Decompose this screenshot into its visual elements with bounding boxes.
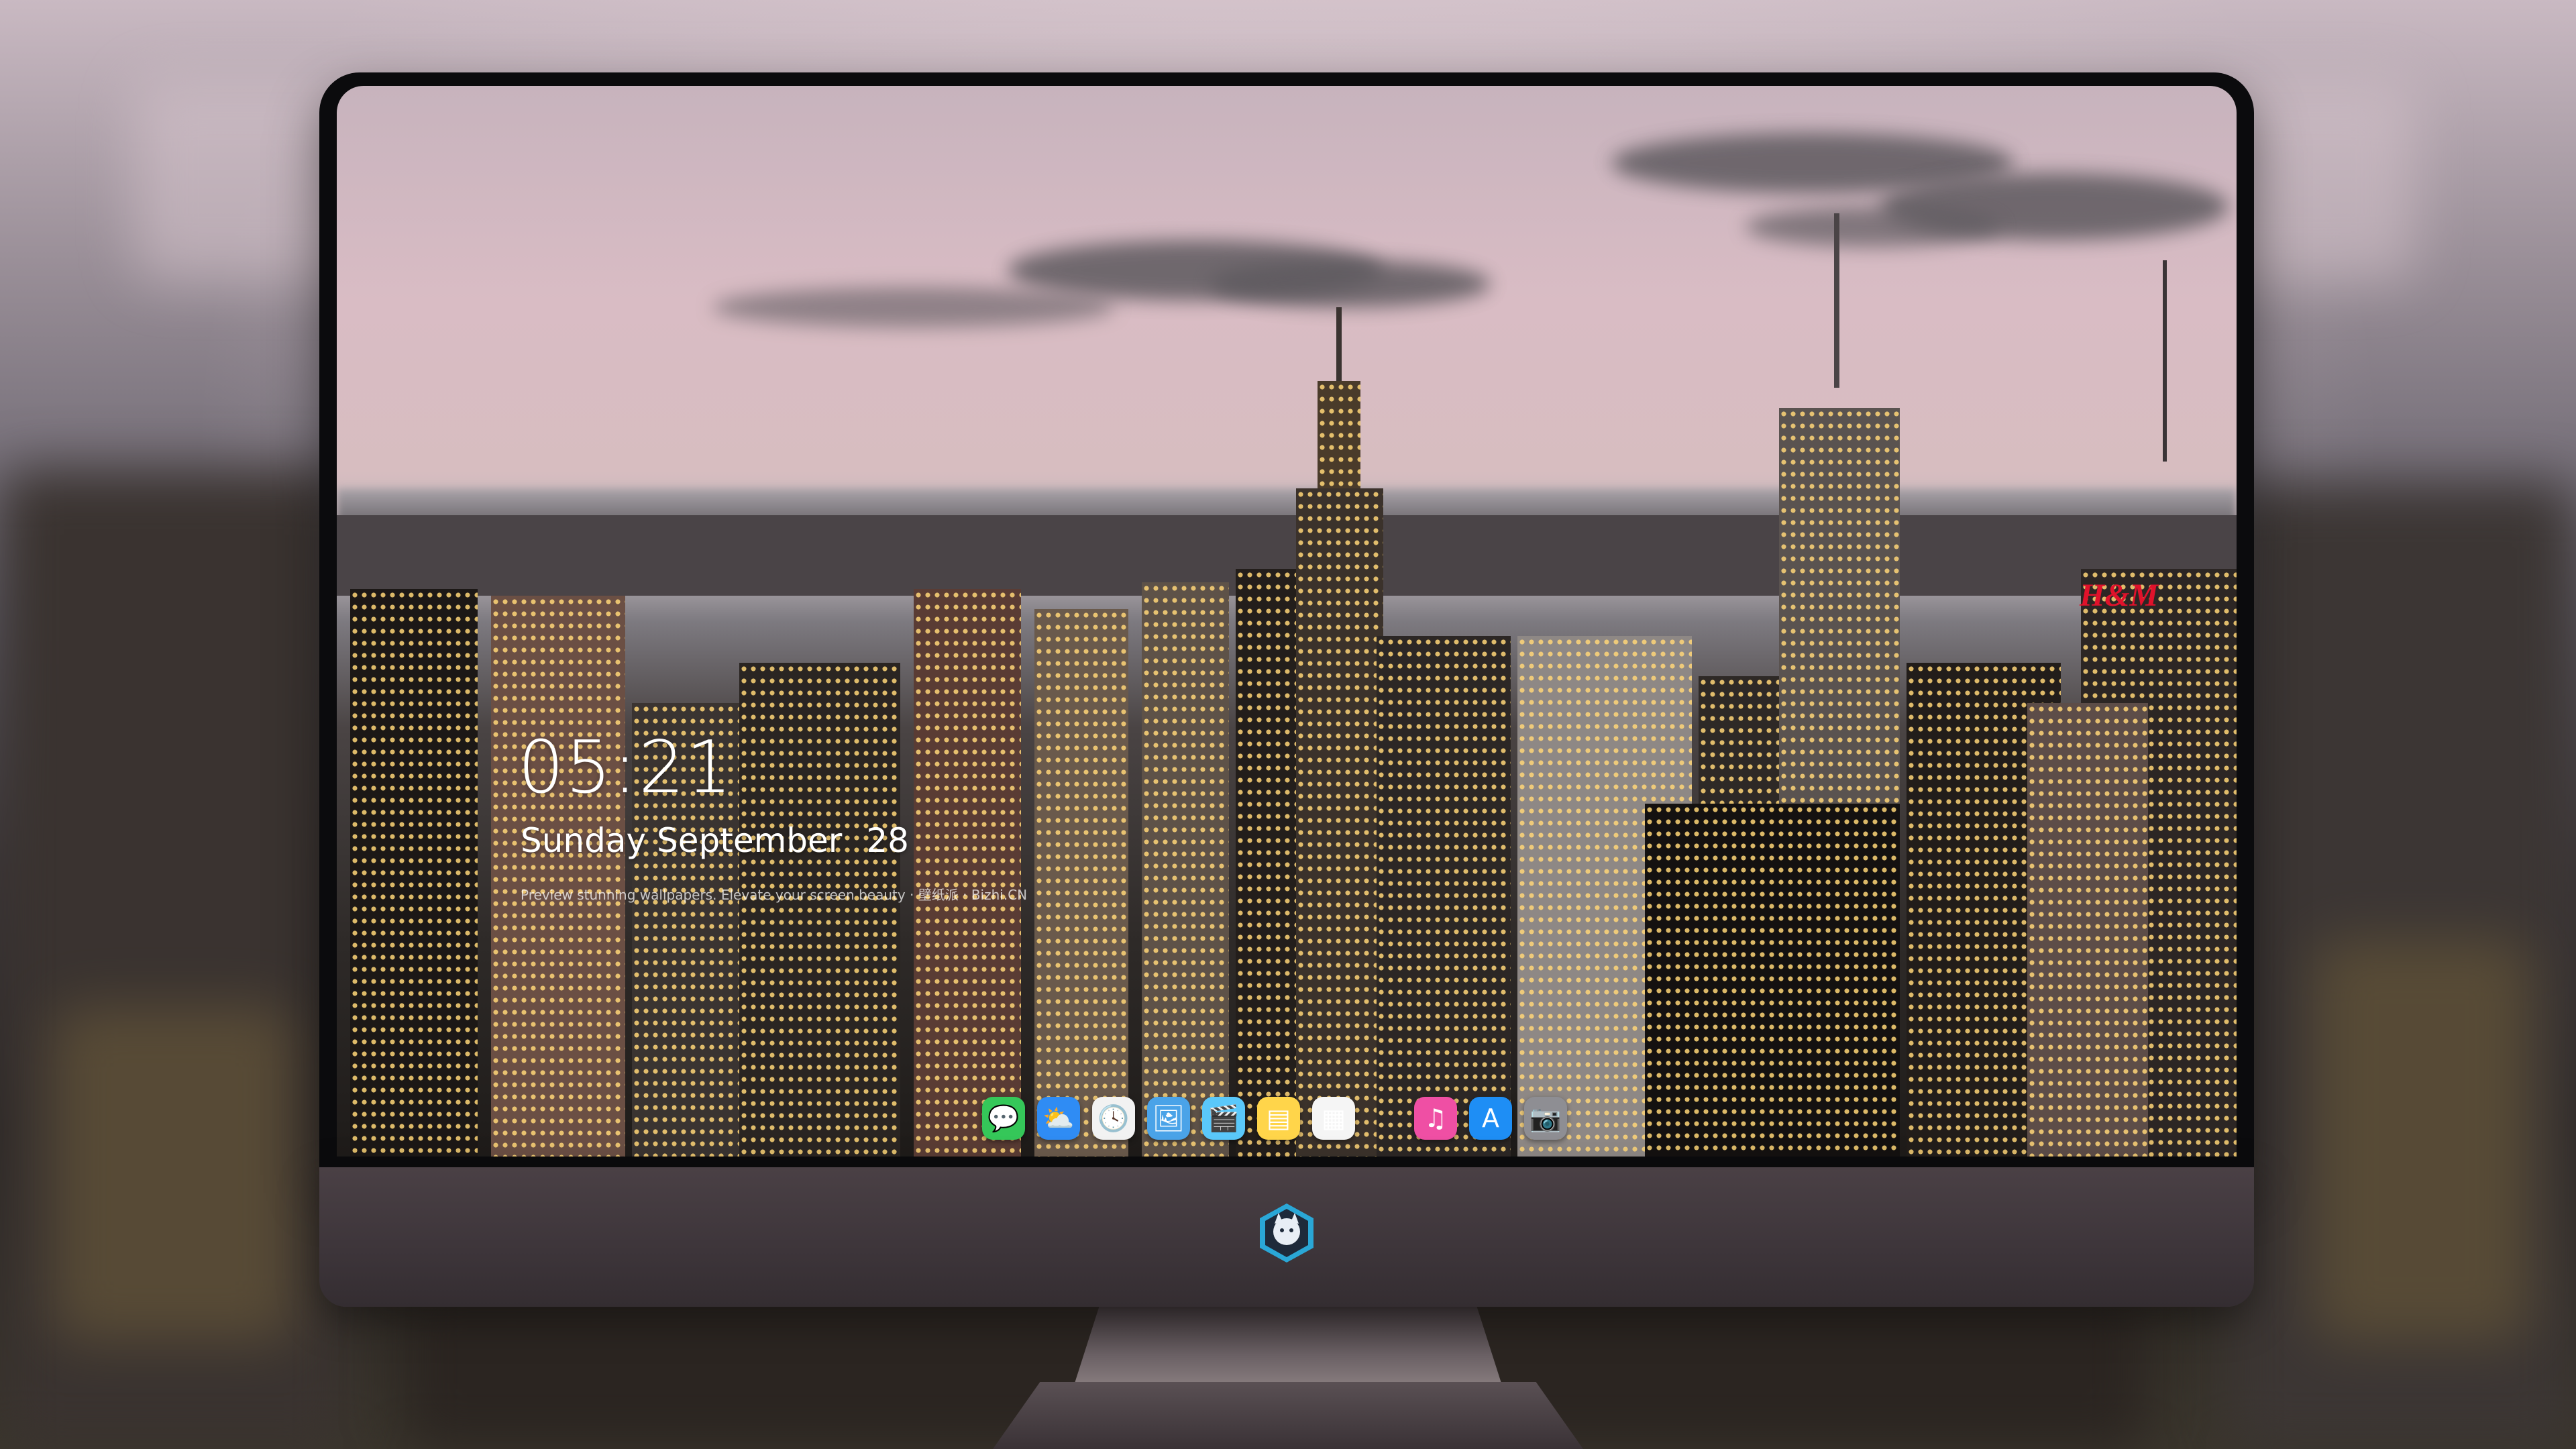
hm-sign: H&M [2080, 578, 2159, 613]
photos-icon[interactable]: ▦ [1312, 1097, 1355, 1140]
weather-icon[interactable]: ⛅ [1037, 1097, 1080, 1140]
monitor-stand-neck [1073, 1307, 1503, 1387]
lock-clock: 05:21 [518, 726, 734, 810]
monitor-stand-base [993, 1382, 1583, 1449]
building [914, 589, 1021, 1157]
dock: 💬 ⛅ 🕓 🖼 🎬 ▤ ▦ ♫ A 📷 [982, 1088, 1567, 1148]
desktop-stage: H&M 05:21 Sunday September 28 Preview stu… [0, 0, 2576, 1449]
building [1142, 582, 1229, 1157]
building [1034, 609, 1128, 1157]
cloud [1746, 207, 2000, 247]
antenna-spire [2163, 260, 2167, 462]
clock-icon[interactable]: 🕓 [1092, 1097, 1135, 1140]
background-lights-blur-left [54, 1006, 295, 1342]
clips-icon[interactable]: 🎬 [1202, 1097, 1245, 1140]
monitor-screen[interactable] [337, 86, 2237, 1157]
empire-state-building [1296, 488, 1383, 1157]
music-icon[interactable]: ♫ [1414, 1097, 1457, 1140]
building [350, 589, 478, 1157]
cloud [1209, 260, 1491, 307]
day-number: 28 [866, 821, 909, 860]
notes-icon[interactable]: ▤ [1257, 1097, 1300, 1140]
bank-of-america-spire [1834, 213, 1839, 388]
messages-icon[interactable]: 💬 [982, 1097, 1025, 1140]
building [491, 596, 625, 1157]
date-text: Sunday September [521, 821, 843, 860]
preview-icon[interactable]: 🖼 [1147, 1097, 1190, 1140]
lock-date: Sunday September 28 [521, 821, 909, 860]
app-store-icon[interactable]: A [1469, 1097, 1512, 1140]
brand-logo-icon [1260, 1203, 1313, 1263]
empire-state-spire [1336, 307, 1342, 388]
background-lights-blur-right [2314, 939, 2529, 1342]
building [1377, 636, 1511, 1157]
building [739, 663, 900, 1157]
camera-icon[interactable]: 📷 [1524, 1097, 1567, 1140]
wallpaper-tagline: Preview stunning wallpapers. Elevate you… [521, 887, 1028, 903]
building [2027, 703, 2148, 1157]
empire-state-top [1318, 381, 1360, 502]
dark-office-building [1645, 804, 1900, 1157]
cloud [712, 287, 1115, 327]
